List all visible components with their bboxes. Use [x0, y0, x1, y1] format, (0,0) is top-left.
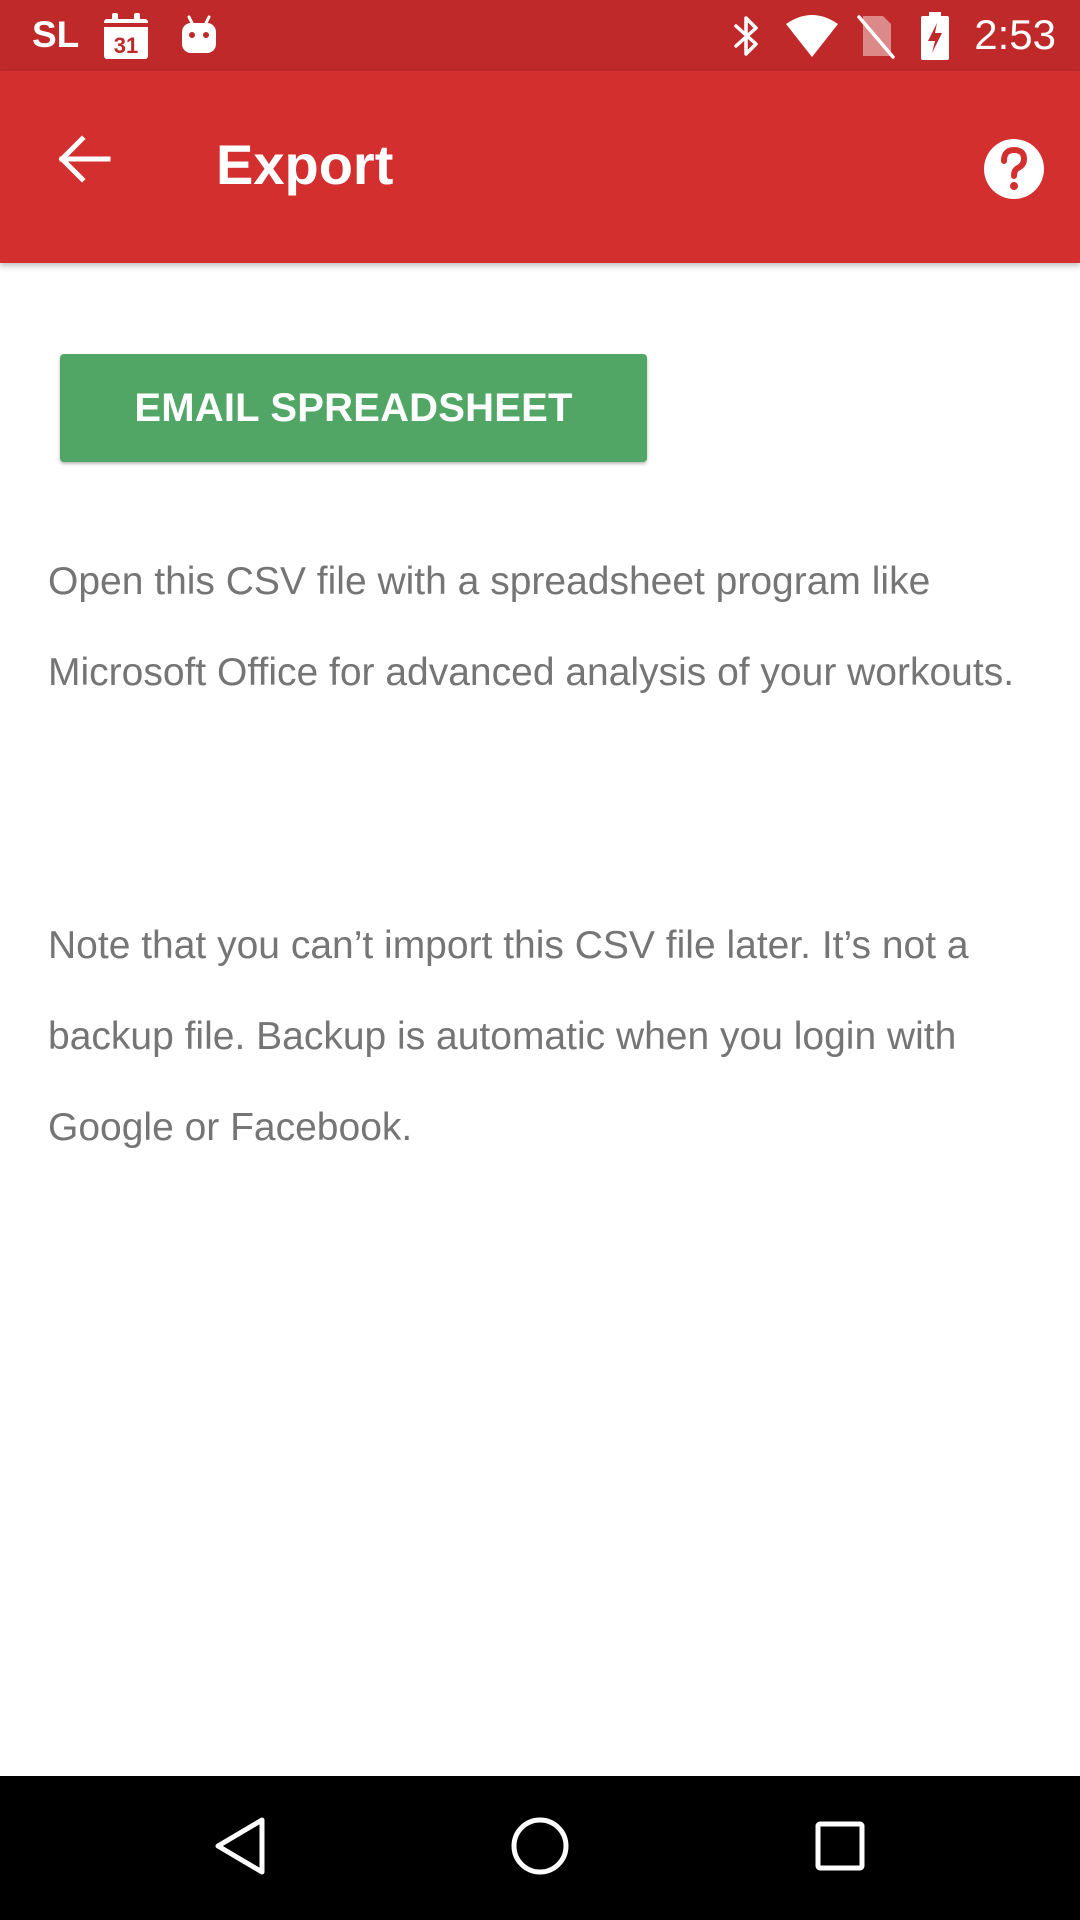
- email-spreadsheet-button[interactable]: EMAIL SPREADSHEET: [60, 354, 647, 462]
- android-icon: [178, 0, 220, 71]
- home-circle-icon: [509, 1815, 571, 1882]
- nav-recents-button[interactable]: [790, 1798, 890, 1898]
- nav-back-button[interactable]: [190, 1798, 290, 1898]
- recents-square-icon: [812, 1818, 868, 1879]
- calendar-day: 31: [114, 33, 138, 58]
- app-bar: Export: [0, 71, 1080, 263]
- no-sim-icon: [856, 0, 896, 71]
- back-triangle-icon: [210, 1814, 270, 1883]
- nav-home-button[interactable]: [490, 1798, 590, 1898]
- bluetooth-icon: [730, 0, 764, 71]
- arrow-back-icon: [56, 131, 112, 192]
- help-icon: [983, 138, 1045, 205]
- status-bar: SL 31 2:53: [0, 0, 1080, 71]
- status-clock: 2:53: [974, 11, 1056, 58]
- battery-charging-icon: [918, 0, 952, 71]
- navigation-bar: [0, 1776, 1080, 1920]
- export-note: Note that you can’t import this CSV file…: [48, 924, 969, 1149]
- calendar-icon: 31: [102, 0, 150, 71]
- page-title: Export: [216, 133, 394, 196]
- help-button[interactable]: [978, 135, 1050, 207]
- wifi-icon: [784, 0, 840, 71]
- carrier-label: SL: [32, 14, 80, 55]
- back-button[interactable]: [44, 121, 124, 201]
- export-description: Open this CSV file with a spreadsheet pr…: [48, 560, 1015, 694]
